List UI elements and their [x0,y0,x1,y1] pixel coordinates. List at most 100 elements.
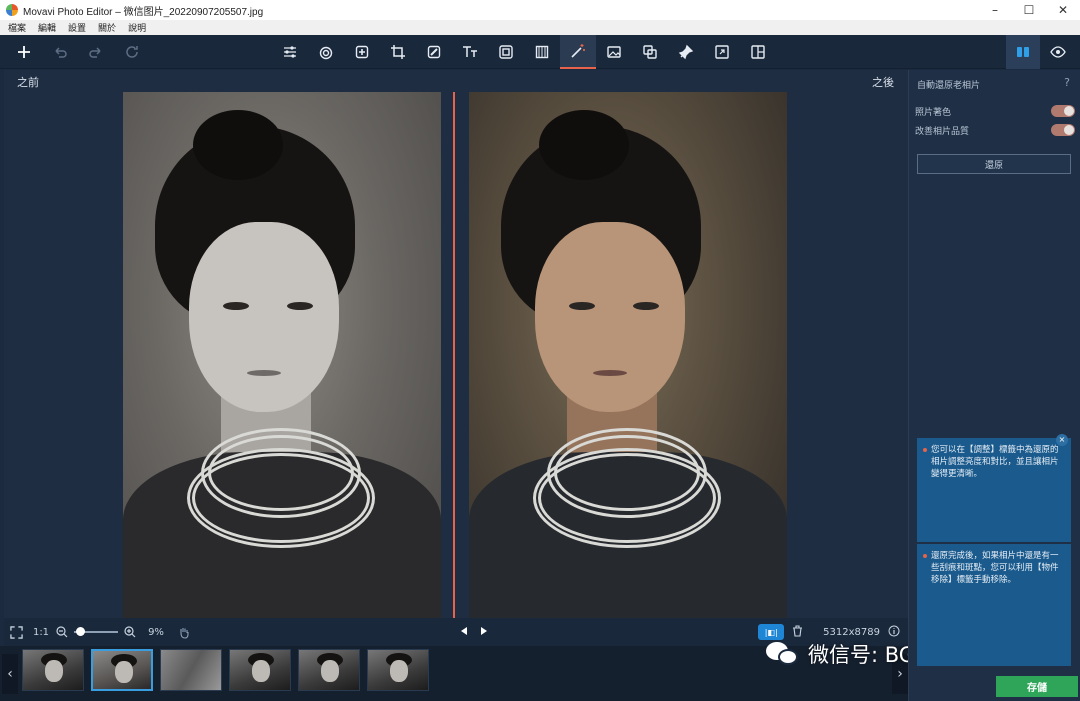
effects-icon [535,45,549,59]
zoom-out-icon [56,626,68,638]
tip-text: 您可以在【調整】標籤中為還原的相片調整亮度和對比，並且讓相片變得更清晰。 [931,445,1059,479]
zoom-slider[interactable] [74,627,118,636]
photo-face [189,222,339,412]
menu-help[interactable]: 說明 [128,21,146,34]
title-bar: Movavi Photo Editor – 微信图片_2022090720550… [0,0,1080,20]
refresh-icon [126,46,138,58]
tool-filters[interactable] [308,35,344,69]
help-icon[interactable]: ? [1064,76,1070,89]
menu-settings[interactable]: 設置 [68,21,86,34]
tool-layout[interactable] [740,35,776,69]
menu-about[interactable]: 關於 [98,21,116,34]
thumbnail[interactable] [367,649,429,691]
menu-file[interactable]: 檔案 [8,21,26,34]
before-label: 之前 [17,76,39,89]
fit-screen-button[interactable] [4,625,28,639]
tip-text: 還原完成後，如果相片中還是有一些刮痕和斑點，您可以利用【物件移除】標籤手動移除。 [931,551,1059,585]
photo-eye-right [287,302,313,310]
thumbnail[interactable] [298,649,360,691]
frame-icon [499,45,513,59]
zoom-in-button[interactable] [122,626,138,638]
tool-text[interactable] [452,35,488,69]
filmstrip-prev-button[interactable]: ‹ [2,654,18,694]
photo-mouth [593,370,627,376]
maximize-button[interactable]: ☐ [1012,0,1046,20]
wechat-logo-icon [766,640,800,668]
tool-image[interactable] [596,35,632,69]
tool-retouch[interactable] [344,35,380,69]
resize-icon [715,45,729,59]
triangle-left-icon [461,626,467,635]
thumbnail[interactable] [229,649,291,691]
triangle-right-icon [481,626,487,635]
tool-effects[interactable] [524,35,560,69]
text-icon [463,46,477,57]
preview-button[interactable] [1040,35,1076,69]
actual-size-button[interactable]: 1:1 [28,627,54,638]
app-logo-icon [6,4,18,16]
pin-icon [678,44,694,60]
after-label: 之後 [872,76,894,89]
toolbar [0,35,1080,69]
pan-tool-button[interactable] [174,626,194,639]
undo-icon [55,47,67,58]
photo-navigation [459,626,489,639]
image-icon [607,46,621,58]
colorize-toggle[interactable] [1051,105,1075,117]
split-view-button[interactable] [1006,35,1040,69]
undo-button[interactable] [42,35,78,69]
photo-face [535,222,685,412]
compare-divider[interactable] [453,92,455,618]
save-button[interactable]: 存儲 [996,676,1078,697]
magic-wand-icon [571,44,585,58]
window-title: Movavi Photo Editor – 微信图片_2022090720550… [23,6,264,18]
option-improve-quality: 改善相片品質 [915,123,1075,137]
restore-button[interactable]: 還原 [917,154,1071,174]
zoom-out-button[interactable] [54,626,70,638]
eye-icon [1050,46,1066,58]
window-controls: – ☐ ✕ [978,0,1080,20]
previous-photo-button[interactable] [459,626,469,639]
tool-object-removal[interactable] [632,35,668,69]
crop-icon [391,45,405,59]
option-label: 改善相片品質 [915,126,970,137]
filters-icon [319,46,333,60]
thumbnail[interactable] [160,649,222,691]
photo-necklace-outer [187,448,375,548]
tool-adjust[interactable] [272,35,308,69]
tool-auto-restore[interactable] [560,35,596,69]
next-photo-button[interactable] [479,626,489,639]
option-colorize: 照片著色 [915,104,1075,118]
option-label: 照片著色 [915,107,952,118]
close-icon[interactable]: × [1056,434,1068,446]
before-photo [123,92,441,618]
minimize-button[interactable]: – [978,0,1012,20]
plus-icon [18,46,30,58]
tool-crop[interactable] [380,35,416,69]
zoom-in-icon [124,626,136,638]
improve-quality-toggle[interactable] [1051,124,1075,136]
zoom-slider-handle[interactable] [75,627,85,636]
panel-title: 自動還原老相片 [917,81,981,91]
tool-resize[interactable] [704,35,740,69]
zoom-percent: 9% [148,626,164,638]
photo-eye-right [633,302,659,310]
menu-edit[interactable]: 編輯 [38,21,56,34]
reset-button[interactable] [114,35,150,69]
tool-pin[interactable] [668,35,704,69]
photo-eye-left [569,302,595,310]
photo-bun [539,110,629,180]
add-button[interactable] [6,35,42,69]
close-button[interactable]: ✕ [1046,0,1080,20]
redo-button[interactable] [78,35,114,69]
adjust-icon [284,46,296,58]
tool-replace-background[interactable] [416,35,452,69]
thumbnail-selected[interactable] [91,649,153,691]
tool-frame[interactable] [488,35,524,69]
info-icon [888,625,900,636]
image-canvas[interactable]: 之前 之後 [4,70,908,618]
object-removal-icon [643,45,657,59]
retouch-icon [355,45,369,59]
thumbnail[interactable] [22,649,84,691]
tip-card: × 您可以在【調整】標籤中為還原的相片調整亮度和對比，並且讓相片變得更清晰。 [917,434,1071,542]
